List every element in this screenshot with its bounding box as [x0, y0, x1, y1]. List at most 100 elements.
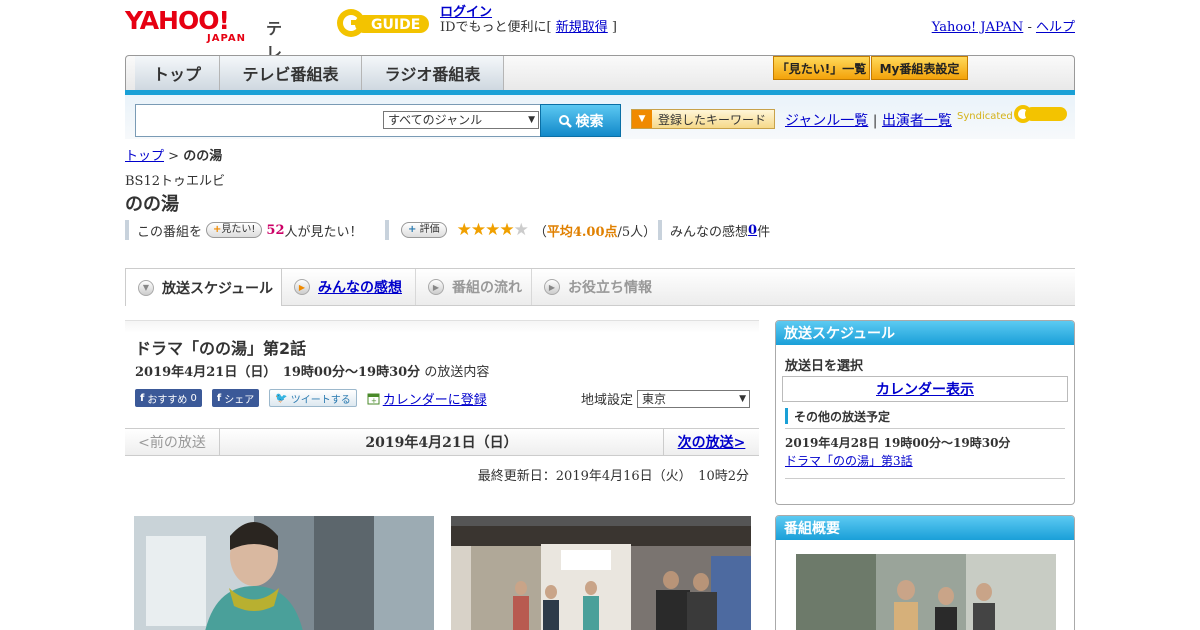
tab-broadcast-schedule[interactable]: ▼ 放送スケジュール [125, 268, 282, 306]
breadcrumb-separator: > [164, 149, 184, 164]
region-select[interactable]: 東京 ▼ [637, 389, 751, 408]
yahoo-japan-logo[interactable]: YAHOO! JAPAN テレビ [125, 6, 282, 86]
episode-photo-1 [134, 516, 434, 630]
episode-date-bold: 2019年4月21日（日） 19時00分～19時30分 [135, 365, 421, 380]
facebook-recommend-button[interactable]: f おすすめ 0 [135, 389, 202, 407]
tweet-label: ツイートする [290, 394, 351, 406]
search-links-pipe: | [868, 113, 882, 129]
current-broadcast-date: 2019年4月21日（日） [365, 435, 518, 451]
impressions-stat: みんなの感想 0件 [658, 220, 770, 240]
episode-box: ドラマ「のの湯」第2話 2019年4月21日（日） 19時00分～19時30分 … [125, 320, 759, 415]
tweet-button[interactable]: 🐦 ツイートする [269, 389, 357, 407]
gguide-text: GUIDE [371, 17, 420, 33]
calendar-add-icon: + [367, 393, 380, 405]
broadcast-pager: <前の放送 2019年4月21日（日） 次の放送> [125, 428, 759, 456]
dropdown-arrow-icon: ▼ [739, 393, 747, 404]
divider [785, 478, 1065, 479]
chevron-down-icon: ▼ [138, 279, 154, 296]
top-links: Yahoo! JAPAN - ヘルプ [932, 16, 1075, 35]
triangle-down-icon: ▼ [632, 110, 652, 128]
facebook-icon: f [140, 392, 145, 404]
search-button-label: 検索 [575, 113, 604, 130]
want-button[interactable]: +見たい! [206, 222, 263, 238]
recommend-label: おすすめ [147, 394, 188, 406]
rating-people: /5人） [617, 224, 657, 240]
performer-list-link[interactable]: 出演者一覧 [882, 113, 952, 129]
logo-yahoo-text: YAHOO! [125, 6, 230, 35]
tab-impressions[interactable]: ▶ みんなの感想 [282, 269, 416, 305]
schedule-box-header: 放送スケジュール [776, 321, 1074, 345]
episode-date-suffix: の放送内容 [424, 365, 490, 380]
star-empty-icon: ★ [513, 220, 529, 240]
tab-label: みんなの感想 [318, 280, 402, 296]
genre-select-value: すべてのジャンル [388, 113, 483, 127]
next-broadcast-link: 次の放送> [677, 435, 746, 451]
other-broadcast-link[interactable]: ドラマ「のの湯」第3話 [785, 454, 913, 468]
login-link[interactable]: ログイン [440, 5, 492, 20]
add-to-calendar[interactable]: + カレンダーに登録 [367, 389, 487, 408]
rate-button[interactable]: + 評価 [401, 222, 447, 238]
search-links: ジャンル一覧 | 出演者一覧 [785, 110, 952, 130]
social-buttons: f おすすめ 0 f シェア 🐦 ツイートする + カレンダーに登録 [135, 389, 487, 408]
chevron-right-icon: ▶ [428, 279, 444, 295]
overview-photo [796, 554, 1056, 630]
other-broadcasts-heading: その他の放送予定 [785, 408, 1074, 424]
top-links-separator: - [1023, 20, 1036, 35]
gguide-small-logo [1014, 105, 1067, 123]
help-link[interactable]: ヘルプ [1036, 20, 1075, 35]
breadcrumb-top-link[interactable]: トップ [125, 149, 164, 164]
tab-label: 番組の流れ [452, 280, 522, 296]
saved-keywords-button[interactable]: ▼ 登録したキーワード [631, 109, 775, 129]
calendar-link: カレンダーに登録 [382, 392, 487, 408]
star-icon: ★ [470, 220, 486, 240]
want-list-button[interactable]: 「見たい!」一覧 [773, 56, 870, 80]
genre-list-link[interactable]: ジャンル一覧 [785, 113, 868, 129]
twitter-bird-icon: 🐦 [275, 392, 288, 404]
overview-box: 番組概要 [775, 515, 1075, 630]
yahoo-japan-link[interactable]: Yahoo! JAPAN [932, 20, 1024, 35]
tab-useful-info[interactable]: ▶ お役立ち情報 [532, 269, 662, 305]
episode-date: 2019年4月21日（日） 19時00分～19時30分 の放送内容 [135, 361, 489, 380]
search-bar: すべてのジャンル ▼ 検索 ▼ 登録したキーワード ジャンル一覧 | 出演者一覧… [125, 95, 1075, 139]
recommend-count: 0 [190, 392, 197, 404]
rating-open: （ [533, 224, 547, 240]
want-count: 52 [266, 222, 285, 238]
nav-tab-radio-guide[interactable]: ラジオ番組表 [362, 56, 504, 90]
my-guide-settings-button[interactable]: My番組表設定 [871, 56, 968, 80]
overview-box-header: 番組概要 [776, 516, 1074, 540]
schedule-box: 放送スケジュール 放送日を選択 カレンダー表示 その他の放送予定 2019年4月… [775, 320, 1075, 505]
calendar-display-button[interactable]: カレンダー表示 [782, 376, 1068, 402]
want-suffix: 人が見たい！ [284, 224, 363, 240]
want-stat: この番組を +見たい! 52 人が見たい！ [125, 220, 363, 240]
nav-tab-tv-guide[interactable]: テレビ番組表 [220, 56, 362, 90]
impressions-label: みんなの感想 [670, 224, 749, 240]
next-broadcast[interactable]: 次の放送> [663, 429, 759, 455]
nav-tab-top[interactable]: トップ [135, 56, 220, 90]
page-title: のの湯 [125, 194, 179, 215]
facebook-icon: f [216, 392, 222, 404]
tab-label: お役立ち情報 [568, 280, 652, 296]
want-prefix: この番組を [137, 224, 203, 240]
rating-stars: ★★★★★ [457, 220, 529, 240]
logo-japan-text: JAPAN [207, 33, 246, 44]
rating-average: 平均4.00点 [546, 224, 618, 240]
calendar-display-link: カレンダー表示 [876, 382, 974, 398]
impressions-count-link[interactable]: 0 [748, 223, 757, 238]
chevron-right-icon: ▶ [544, 279, 560, 295]
tab-program-flow[interactable]: ▶ 番組の流れ [416, 269, 532, 305]
genre-select[interactable]: すべてのジャンル ▼ [383, 111, 539, 129]
other-broadcast-item: 2019年4月28日 19時00分～19時30分 ドラマ「のの湯」第3話 [776, 429, 1074, 470]
region-label: 地域設定 [581, 393, 634, 408]
login-sub-prefix: IDでもっと便利に[ [440, 20, 556, 35]
episode-title: ドラマ「のの湯」第2話 [135, 339, 307, 358]
region-setting: 地域設定 東京 ▼ [581, 389, 751, 408]
channel-name: BS12トゥエルビ [125, 174, 226, 189]
facebook-share-button[interactable]: f シェア [211, 389, 260, 407]
register-link[interactable]: 新規取得 [556, 20, 608, 35]
other-broadcast-date: 2019年4月28日 19時00分～19時30分 [785, 436, 1011, 450]
search-icon [558, 114, 572, 128]
search-button[interactable]: 検索 [540, 104, 621, 137]
breadcrumb: トップ > のの湯 [125, 145, 222, 164]
impressions-suffix: 件 [757, 224, 771, 240]
region-select-value: 東京 [642, 391, 667, 406]
